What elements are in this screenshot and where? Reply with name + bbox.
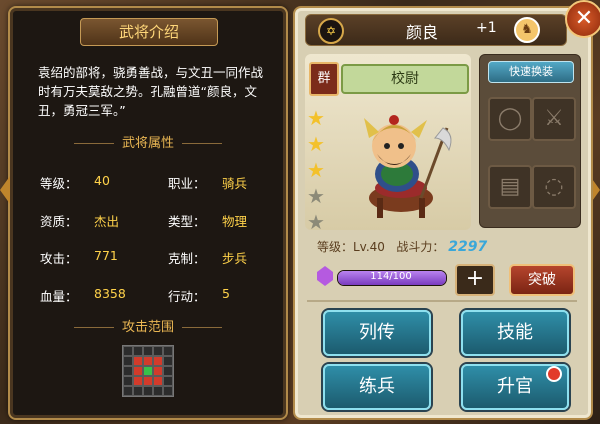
range-cell xyxy=(143,346,153,356)
biography-button[interactable]: 列传 xyxy=(323,310,431,356)
class-value: 骑兵 xyxy=(222,176,248,191)
range-cell xyxy=(163,386,173,396)
range-cell-attack xyxy=(133,356,143,366)
quick-swap-button[interactable]: 快速换装 xyxy=(488,61,574,83)
hero-detail-panel: ✡ 颜良 +1 ♞ 群 校尉 ★ ★ ★ ★ ★ 快速换装 ◯ ⚔ ▤ ◌ 等级… xyxy=(293,6,593,420)
attack-range-grid xyxy=(122,345,174,397)
range-cell xyxy=(163,376,173,386)
exp-gem-icon xyxy=(317,266,333,286)
intro-title: 武将介绍 xyxy=(80,18,218,46)
train-button[interactable]: 练兵 xyxy=(323,364,431,410)
range-cell xyxy=(123,356,133,366)
star-emblem-icon: ✡ xyxy=(318,18,344,44)
hp-value: 8358 xyxy=(94,286,126,301)
hero-level: 等级：Lv.40 xyxy=(317,240,385,254)
ring-icon[interactable]: ◯ xyxy=(488,97,532,141)
attack-value: 771 xyxy=(94,248,118,263)
range-cell xyxy=(123,346,133,356)
exp-text: 114/100 xyxy=(370,271,412,282)
type-label: 类型： xyxy=(168,214,206,229)
range-cell xyxy=(133,386,143,396)
level-power-line: 等级：Lv.40 战斗力： 2297 xyxy=(317,238,487,255)
notification-dot xyxy=(546,366,562,382)
attack-range-title: 攻击范围 xyxy=(10,316,286,335)
range-cell-attack xyxy=(153,356,163,366)
range-cell-self xyxy=(143,366,153,376)
range-cell xyxy=(123,386,133,396)
star-icon: ★ xyxy=(307,132,325,156)
type-value: 物理 xyxy=(222,214,248,229)
level-label: 等级： xyxy=(40,176,78,191)
range-cell-attack xyxy=(153,366,163,376)
power-label: 战斗力： xyxy=(396,240,445,254)
range-cell-attack xyxy=(153,376,163,386)
divider xyxy=(307,300,577,302)
hp-label: 血量： xyxy=(40,289,78,304)
hero-name-bar: ✡ 颜良 +1 ♞ xyxy=(305,14,567,46)
range-cell-attack xyxy=(143,356,153,366)
necklace-icon[interactable]: ◌ xyxy=(532,165,576,209)
star-icon: ★ xyxy=(307,158,325,182)
equipment-panel: 快速换装 ◯ ⚔ ▤ ◌ xyxy=(479,54,581,228)
breakthrough-button[interactable]: 突破 xyxy=(509,264,575,296)
axe-icon[interactable]: ⚔ xyxy=(532,97,576,141)
star-rating: ★ ★ ★ ★ ★ xyxy=(307,108,331,238)
add-exp-button[interactable]: + xyxy=(455,264,495,296)
hero-bio: 袁绍的部将，骁勇善战，与文丑一同作战时有万夫莫敌之势。孔融曾道“颜良，文丑，勇冠… xyxy=(38,65,264,118)
attributes-title: 武将属性 xyxy=(10,132,286,151)
action-value: 5 xyxy=(222,286,230,301)
range-cell xyxy=(133,346,143,356)
star-empty-icon: ★ xyxy=(307,184,325,208)
star-empty-icon: ★ xyxy=(307,210,325,234)
class-label: 职业： xyxy=(168,176,206,191)
horse-icon[interactable]: ♞ xyxy=(514,17,540,43)
counter-label: 克制： xyxy=(168,251,206,266)
aptitude-label: 资质： xyxy=(40,214,78,229)
range-cell-attack xyxy=(133,366,143,376)
prev-hero-arrow-icon[interactable] xyxy=(0,176,10,204)
scroll-icon[interactable]: ▤ xyxy=(488,165,532,209)
range-cell xyxy=(163,346,173,356)
range-cell-attack xyxy=(133,376,143,386)
plus-level: +1 xyxy=(476,20,497,36)
hero-intro-panel: 武将介绍 袁绍的部将，骁勇善战，与文丑一同作战时有万夫莫敌之势。孔融曾道“颜良，… xyxy=(8,6,288,420)
range-cell xyxy=(163,356,173,366)
range-cell xyxy=(123,366,133,376)
level-value: 40 xyxy=(94,173,110,188)
attack-label: 攻击： xyxy=(40,251,78,266)
range-cell xyxy=(123,376,133,386)
hero-name: 颜良 xyxy=(406,23,439,42)
action-label: 行动： xyxy=(168,289,206,304)
power-value: 2297 xyxy=(448,239,488,255)
skills-button[interactable]: 技能 xyxy=(461,310,569,356)
range-cell-attack xyxy=(143,376,153,386)
hero-figure[interactable] xyxy=(339,98,459,222)
rank-title: 校尉 xyxy=(341,64,469,94)
close-button[interactable]: ✕ xyxy=(565,0,600,38)
range-cell xyxy=(153,346,163,356)
aptitude-value: 杰出 xyxy=(94,214,120,229)
range-cell xyxy=(143,386,153,396)
faction-badge: 群 xyxy=(309,62,339,96)
range-cell xyxy=(153,386,163,396)
counter-value: 步兵 xyxy=(222,251,248,266)
range-cell xyxy=(163,366,173,376)
star-icon: ★ xyxy=(307,106,325,130)
